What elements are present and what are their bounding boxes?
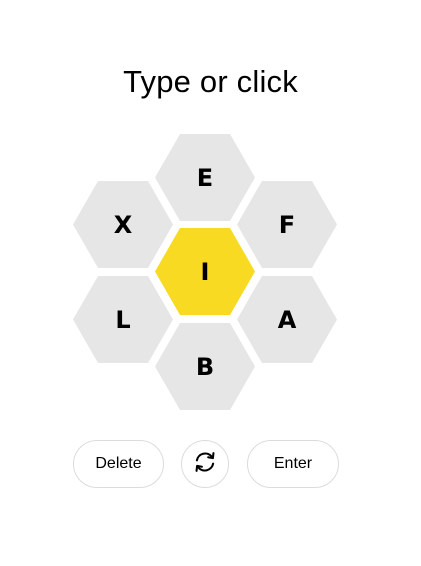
- shuffle-icon: [192, 449, 218, 480]
- hive-cell-letter: A: [277, 305, 297, 334]
- hive-cell-bottom-right[interactable]: A: [237, 276, 337, 363]
- hive-cell-top-right[interactable]: F: [237, 181, 337, 268]
- hive-cell-letter: B: [195, 352, 215, 381]
- hive-cell-letter: X: [113, 210, 133, 239]
- hive-cell-top-left[interactable]: X: [73, 181, 173, 268]
- hive-cell-letter: L: [115, 305, 131, 334]
- shuffle-button[interactable]: [181, 440, 229, 488]
- hive-cell-letter: F: [278, 210, 296, 239]
- hive-cell-letter: E: [196, 163, 214, 192]
- hive-cell-bottom-left[interactable]: L: [73, 276, 173, 363]
- hive-cell-top[interactable]: E: [155, 134, 255, 221]
- delete-button[interactable]: Delete: [73, 440, 164, 488]
- hive-cell-center[interactable]: I: [155, 228, 255, 315]
- center-letter: I: [200, 257, 210, 286]
- enter-button[interactable]: Enter: [247, 440, 339, 488]
- hive-cell-bottom[interactable]: B: [155, 323, 255, 410]
